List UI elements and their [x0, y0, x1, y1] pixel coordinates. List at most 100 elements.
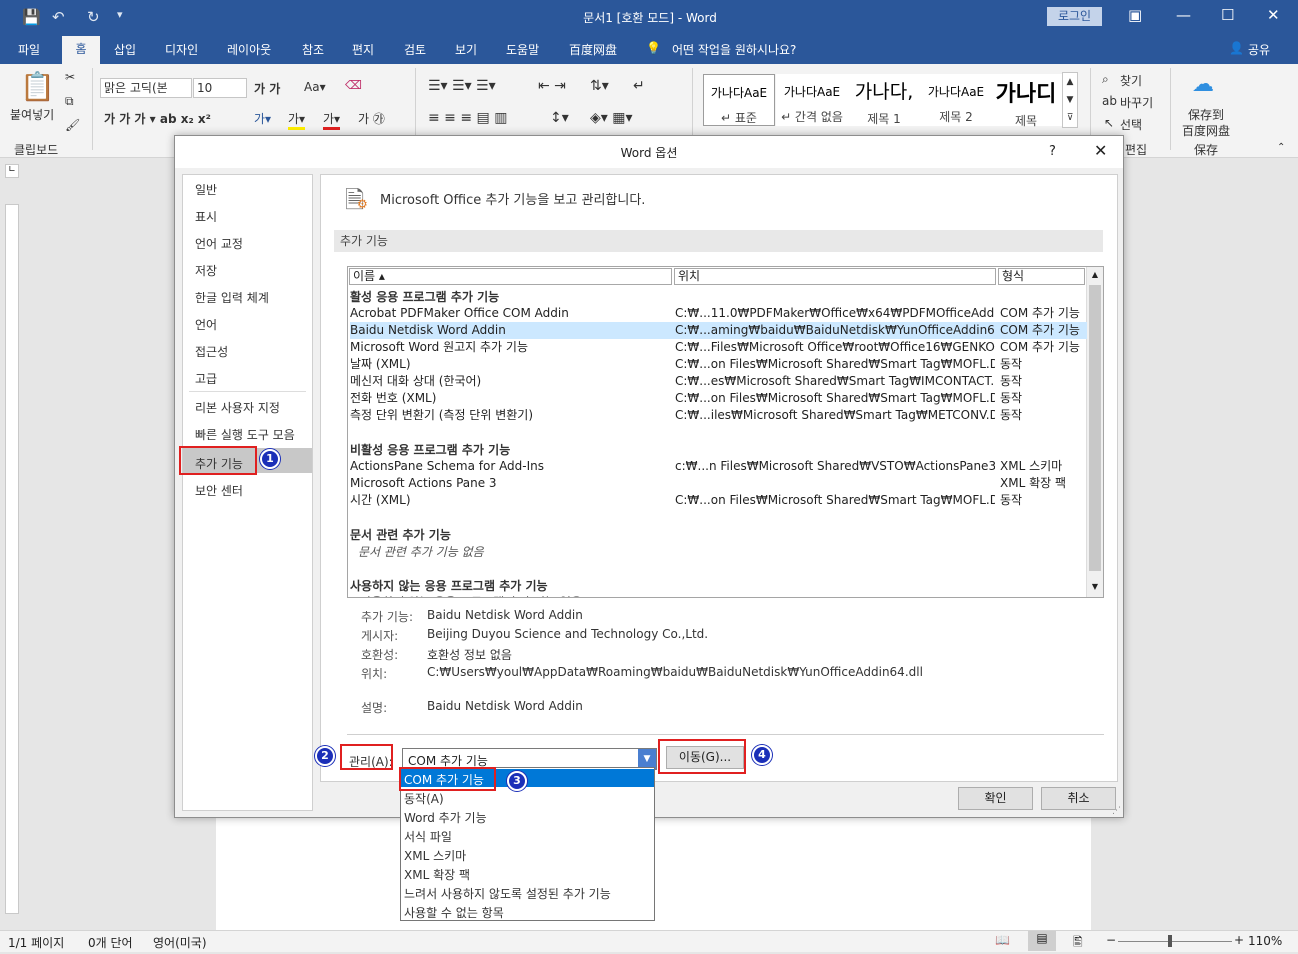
tab-layout[interactable]: 레이아웃 — [227, 41, 271, 58]
nav-language[interactable]: 언어 — [195, 316, 217, 333]
scroll-down-icon[interactable]: ▼ — [1087, 582, 1103, 591]
close-window-icon[interactable]: ✕ — [1267, 6, 1280, 24]
option-disabled-items[interactable]: 사용할 수 없는 항목 — [404, 904, 504, 921]
addin-row[interactable]: 전화 번호 (XML) C:₩...on Files₩Microsoft Shar… — [350, 390, 1087, 407]
styles-scroll[interactable]: ▲ ▼ ⊽ — [1062, 72, 1078, 128]
font-name-select[interactable]: 맑은 고딕(본 — [100, 78, 192, 98]
zoom-slider[interactable] — [1118, 941, 1232, 942]
text-effects-icon[interactable]: 가▾ — [254, 110, 271, 127]
addin-row[interactable]: Acrobat PDFMaker Office COM Addin C:₩...1… — [350, 305, 1087, 322]
cut-icon[interactable]: ✂ — [65, 70, 75, 84]
save-icon[interactable]: 💾 — [22, 8, 41, 26]
nav-general[interactable]: 일반 — [195, 181, 217, 198]
bullets-icon[interactable]: ☰▾ ☰▾ ☰▾ — [428, 78, 496, 94]
word-count[interactable]: 0개 단어 — [88, 934, 133, 951]
print-layout-icon[interactable]: ▤ — [1028, 931, 1056, 951]
zoom-level[interactable]: 110% — [1248, 934, 1282, 948]
replace-icon[interactable]: ab — [1102, 94, 1117, 108]
tab-home[interactable]: 홈 — [62, 36, 100, 64]
nav-korean-input[interactable]: 한글 입력 체계 — [195, 289, 269, 306]
grow-font-icon[interactable]: 가 가 — [254, 80, 280, 97]
option-xml-expansion-packs[interactable]: XML 확장 팩 — [404, 866, 470, 883]
column-header-name[interactable]: 이름 ▴ — [349, 268, 672, 285]
tab-selector-icon[interactable]: ∟ — [5, 164, 19, 178]
change-case-icon[interactable]: Aa▾ — [304, 80, 326, 94]
replace-button[interactable]: 바꾸기 — [1120, 94, 1153, 111]
clear-format-icon[interactable]: ⌫ — [345, 78, 362, 92]
login-button[interactable]: 로그인 — [1047, 7, 1102, 26]
tab-file[interactable]: 파일 — [18, 41, 40, 58]
nav-quick-access[interactable]: 빠른 실행 도구 모음 — [195, 426, 295, 443]
page-count[interactable]: 1/1 페이지 — [8, 934, 64, 951]
addin-row[interactable]: Microsoft Actions Pane 3 XML 확장 팩 — [350, 475, 1087, 492]
char-shading-icon[interactable]: 가 ㉮ — [358, 110, 385, 127]
tab-design[interactable]: 디자인 — [165, 41, 198, 58]
addin-row[interactable]: 날짜 (XML) C:₩...on Files₩Microsoft Shared₩… — [350, 356, 1087, 373]
tab-baidu[interactable]: 百度网盘 — [569, 41, 617, 58]
align-icons[interactable]: ≡ ≡ ≡ ▤ ▥ — [428, 110, 507, 126]
column-header-type[interactable]: 형식 — [998, 268, 1085, 285]
find-button[interactable]: 찾기 — [1120, 72, 1142, 89]
language-status[interactable]: 영어(미국) — [153, 934, 207, 951]
redo-icon[interactable]: ↻ — [87, 8, 100, 26]
addin-row[interactable]: 시간 (XML) C:₩...on Files₩Microsoft Shared₩… — [350, 492, 1087, 509]
option-templates[interactable]: 서식 파일 — [404, 828, 452, 845]
cancel-button[interactable]: 취소 — [1041, 787, 1116, 810]
share-button[interactable]: 공유 — [1248, 41, 1270, 58]
option-slow-disabled-addins[interactable]: 느려서 사용하지 않도록 설정된 추가 기능 — [404, 885, 611, 902]
customize-qa-icon[interactable]: ▾ — [117, 8, 123, 21]
share-icon[interactable]: 👤 — [1229, 41, 1244, 55]
ok-button[interactable]: 확인 — [958, 787, 1033, 810]
addin-row[interactable]: 메신저 대화 상대 (한국어) C:₩...es₩Microsoft Shared… — [350, 373, 1087, 390]
addin-row[interactable]: 측정 단위 변환기 (측정 단위 변환기) C:₩...iles₩Microsof… — [350, 407, 1087, 424]
paste-button[interactable]: 붙여넣기 — [10, 106, 54, 123]
style-heading-1[interactable]: 가나다, 제목 1 — [848, 74, 920, 126]
style-normal[interactable]: 가나다AaE ↵ 표준 — [703, 74, 775, 126]
style-heading-2[interactable]: 가나다AaE 제목 2 — [920, 74, 992, 126]
web-layout-icon[interactable]: 🖺 — [1073, 933, 1083, 954]
font-size-select[interactable]: 10 — [193, 78, 247, 98]
nav-proofing[interactable]: 언어 교정 — [195, 235, 243, 252]
nav-accessibility[interactable]: 접근성 — [195, 343, 228, 360]
addin-row[interactable]: Microsoft Word 원고지 추가 기능 C:₩...Files₩Micr… — [350, 339, 1087, 356]
undo-icon[interactable]: ↶ — [52, 8, 65, 26]
style-no-spacing[interactable]: 가나다AaE ↵ 간격 없음 — [776, 74, 848, 126]
nav-advanced[interactable]: 고급 — [195, 370, 217, 387]
ribbon-display-icon[interactable]: ▣ — [1128, 6, 1142, 24]
tell-me-search[interactable]: 어떤 작업을 원하시나요? — [672, 41, 796, 58]
paragraph-mark-icon[interactable]: ↵ — [633, 78, 645, 94]
minimize-icon[interactable]: — — [1176, 6, 1191, 24]
help-button[interactable]: ? — [1049, 144, 1056, 159]
close-dialog-icon[interactable]: ✕ — [1094, 141, 1107, 160]
collapse-ribbon-icon[interactable]: ⌃ — [1277, 142, 1285, 153]
baidu-pan-label[interactable]: 百度网盘 — [1182, 122, 1230, 139]
copy-icon[interactable]: ⧉ — [65, 94, 74, 109]
select-icon[interactable]: ↖ — [1104, 116, 1114, 130]
select-button[interactable]: 선택 — [1120, 116, 1142, 133]
addin-row-selected[interactable]: Baidu Netdisk Word Addin C:₩...aming₩baid… — [350, 322, 1087, 339]
zoom-slider-thumb[interactable] — [1168, 935, 1172, 947]
shading-icon[interactable]: ◈▾ ▦▾ — [590, 110, 633, 126]
nav-customize-ribbon[interactable]: 리본 사용자 지정 — [195, 399, 280, 416]
highlight-icon[interactable]: 가▾ — [288, 110, 306, 130]
zoom-in-icon[interactable]: + — [1234, 933, 1244, 947]
baidu-save-label[interactable]: 保存到 — [1188, 106, 1224, 123]
addin-row[interactable]: ActionsPane Schema for Add-Ins c:₩...n Fi… — [350, 458, 1087, 475]
baidu-cloud-icon[interactable]: ☁ — [1192, 72, 1214, 97]
bold-italic-underline-icons[interactable]: 가 가 가 ▾ ab x₂ x² — [104, 110, 211, 127]
sort-icon[interactable]: ⇅▾ — [590, 78, 609, 94]
nav-trust-center[interactable]: 보안 센터 — [195, 482, 243, 499]
style-title[interactable]: 가나디 제목 — [990, 74, 1062, 128]
option-actions[interactable]: 동작(A) — [404, 790, 444, 807]
column-header-location[interactable]: 위치 — [674, 268, 996, 285]
chevron-down-icon[interactable]: ▼ — [638, 749, 656, 769]
tab-mailings[interactable]: 편지 — [352, 41, 374, 58]
scroll-thumb[interactable] — [1089, 285, 1101, 571]
resize-grip-icon[interactable]: ⋰ — [1112, 806, 1121, 816]
line-spacing-icon[interactable]: ↕▾ — [550, 110, 569, 126]
tab-help[interactable]: 도움말 — [506, 41, 539, 58]
tab-view[interactable]: 보기 — [455, 41, 477, 58]
tab-review[interactable]: 검토 — [404, 41, 426, 58]
zoom-out-icon[interactable]: − — [1106, 933, 1116, 947]
paste-icon[interactable]: 📋 — [20, 70, 55, 103]
